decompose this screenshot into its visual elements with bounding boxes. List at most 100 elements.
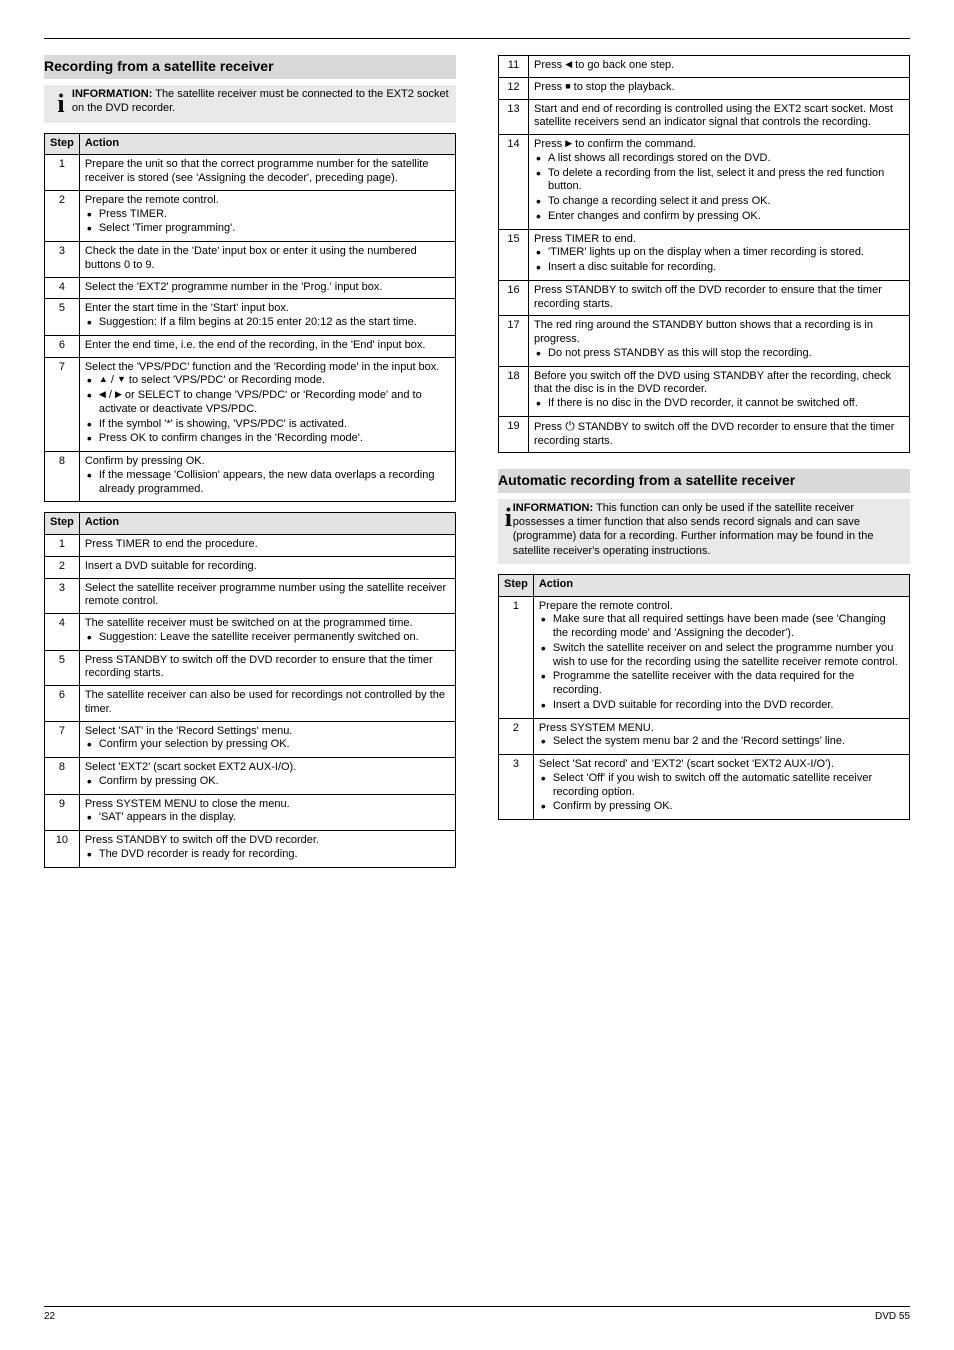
step-text: Press STANDBY to switch off the DVD reco… <box>79 831 455 868</box>
info-icon: i <box>504 501 513 531</box>
step-text: Enter the start time in the 'Start' inpu… <box>79 299 455 336</box>
step-text: Select 'Sat record' and 'EXT2' (scart so… <box>533 755 909 820</box>
col-action: Action <box>533 574 909 596</box>
list-item: Switch the satellite receiver on and sel… <box>539 642 904 670</box>
list-item: A list shows all recordings stored on th… <box>534 152 904 166</box>
step-text: Confirm by pressing OK. If the message '… <box>79 452 455 502</box>
power-icon: ⏻ <box>565 420 575 432</box>
list-item: Insert a disc suitable for recording. <box>534 261 904 275</box>
section-title-automatic: Automatic recording from a satellite rec… <box>498 469 910 493</box>
step-num: 5 <box>45 299 80 336</box>
step-text: The satellite receiver can also be used … <box>79 686 455 722</box>
step-num: 12 <box>499 77 529 99</box>
list-item: / to select 'VPS/PDC' or Recording mode. <box>85 374 450 388</box>
step-num: 17 <box>499 316 529 366</box>
note-automatic: i INFORMATION: This function can only be… <box>498 499 910 564</box>
info-icon: i <box>50 87 72 117</box>
step-text: Press ⏻ STANDBY to switch off the DVD re… <box>529 416 910 453</box>
list-item: The DVD recorder is ready for recording. <box>85 848 450 862</box>
list-item: Suggestion: If a film begins at 20:15 en… <box>85 316 450 330</box>
list-item: Select 'Off' if you wish to switch off t… <box>539 772 904 800</box>
step-num: 7 <box>45 721 80 758</box>
step-num: 2 <box>45 556 80 578</box>
step-num: 7 <box>45 357 80 452</box>
step-text: Select the 'EXT2' programme number in th… <box>79 277 455 299</box>
step-text: Select 'EXT2' (scart socket EXT2 AUX-I/O… <box>79 758 455 795</box>
step-num: 6 <box>45 335 80 357</box>
triangle-down-icon <box>117 374 126 386</box>
note-recording: i INFORMATION: The satellite receiver mu… <box>44 85 456 123</box>
list-item: Select 'Timer programming'. <box>85 222 450 236</box>
step-num: 11 <box>499 56 529 78</box>
step-num: 14 <box>499 135 529 230</box>
step-num: 4 <box>45 277 80 299</box>
table-automatic: StepAction 1 Prepare the remote control.… <box>498 574 910 820</box>
table-recording-start: StepAction 1Press TIMER to end the proce… <box>44 512 456 867</box>
step-num: 2 <box>45 190 80 241</box>
list-item: Insert a DVD suitable for recording into… <box>539 699 904 713</box>
step-num: 13 <box>499 99 529 135</box>
step-text: The red ring around the STANDBY button s… <box>529 316 910 366</box>
list-item: Confirm by pressing OK. <box>85 775 450 789</box>
step-num: 15 <box>499 229 529 280</box>
list-item: Make sure that all required settings hav… <box>539 613 904 641</box>
step-text: Press TIMER to end the procedure. <box>79 535 455 557</box>
step-text: Press STANDBY to switch off the DVD reco… <box>79 650 455 686</box>
footer-page: 22 <box>44 1311 55 1322</box>
step-num: 16 <box>499 280 529 316</box>
list-item: If the symbol '*' is showing, 'VPS/PDC' … <box>85 418 450 432</box>
step-num: 5 <box>45 650 80 686</box>
step-num: 4 <box>45 614 80 651</box>
col-step: Step <box>45 133 80 155</box>
list-item: Select the system menu bar 2 and the 'Re… <box>539 735 904 749</box>
triangle-up-icon <box>99 374 108 386</box>
step-num: 19 <box>499 416 529 453</box>
step-num: 3 <box>45 242 80 278</box>
step-text: Enter the end time, i.e. the end of the … <box>79 335 455 357</box>
triangle-right-icon <box>115 389 122 401</box>
step-text: Press STANDBY to switch off the DVD reco… <box>529 280 910 316</box>
list-item: Press TIMER. <box>85 208 450 222</box>
step-text: Press SYSTEM MENU. Select the system men… <box>533 718 909 755</box>
step-num: 6 <box>45 686 80 722</box>
list-item: / or SELECT to change 'VPS/PDC' or 'Reco… <box>85 389 450 417</box>
list-item: Suggestion: Leave the satellite receiver… <box>85 631 450 645</box>
note-label: INFORMATION: <box>513 502 593 514</box>
step-text: Before you switch off the DVD using STAN… <box>529 366 910 416</box>
step-num: 3 <box>499 755 534 820</box>
list-item: If the message 'Collision' appears, the … <box>85 469 450 497</box>
step-text: Press SYSTEM MENU to close the menu. 'SA… <box>79 794 455 831</box>
list-item: To delete a recording from the list, sel… <box>534 167 904 195</box>
step-num: 9 <box>45 794 80 831</box>
step-num: 3 <box>45 578 80 614</box>
step-text: Select the satellite receiver programme … <box>79 578 455 614</box>
step-text: Select the 'VPS/PDC' function and the 'R… <box>79 357 455 452</box>
table-recording-continue: 11Press to go back one step. 12 Press to … <box>498 55 910 453</box>
step-text: Start and end of recording is controlled… <box>529 99 910 135</box>
footer-model: DVD 55 <box>875 1311 910 1322</box>
step-text: Press to confirm the command. A list sho… <box>529 135 910 230</box>
note-label: INFORMATION: <box>72 88 152 100</box>
list-item: Confirm your selection by pressing OK. <box>85 738 450 752</box>
step-num: 1 <box>45 155 80 191</box>
list-item: Confirm by pressing OK. <box>539 800 904 814</box>
col-action: Action <box>79 513 455 535</box>
col-step: Step <box>499 574 534 596</box>
step-text: Prepare the remote control. Make sure th… <box>533 596 909 718</box>
list-item: Press OK to confirm changes in the 'Reco… <box>85 432 450 446</box>
list-item: Enter changes and confirm by pressing OK… <box>534 210 904 224</box>
step-num: 1 <box>499 596 534 718</box>
step-text: Prepare the unit so that the correct pro… <box>79 155 455 191</box>
step-text: Check the date in the 'Date' input box o… <box>79 242 455 278</box>
step-text: The satellite receiver must be switched … <box>79 614 455 651</box>
step-num: 8 <box>45 452 80 502</box>
step-num: 10 <box>45 831 80 868</box>
list-item: To change a recording select it and pres… <box>534 195 904 209</box>
step-num: 2 <box>499 718 534 755</box>
step-num: 8 <box>45 758 80 795</box>
step-text: Press to go back one step. <box>529 56 910 78</box>
list-item: 'SAT' appears in the display. <box>85 811 450 825</box>
page-footer: 22 DVD 55 <box>44 1306 910 1322</box>
step-text: Press TIMER to end. 'TIMER' lights up on… <box>529 229 910 280</box>
col-action: Action <box>79 133 455 155</box>
